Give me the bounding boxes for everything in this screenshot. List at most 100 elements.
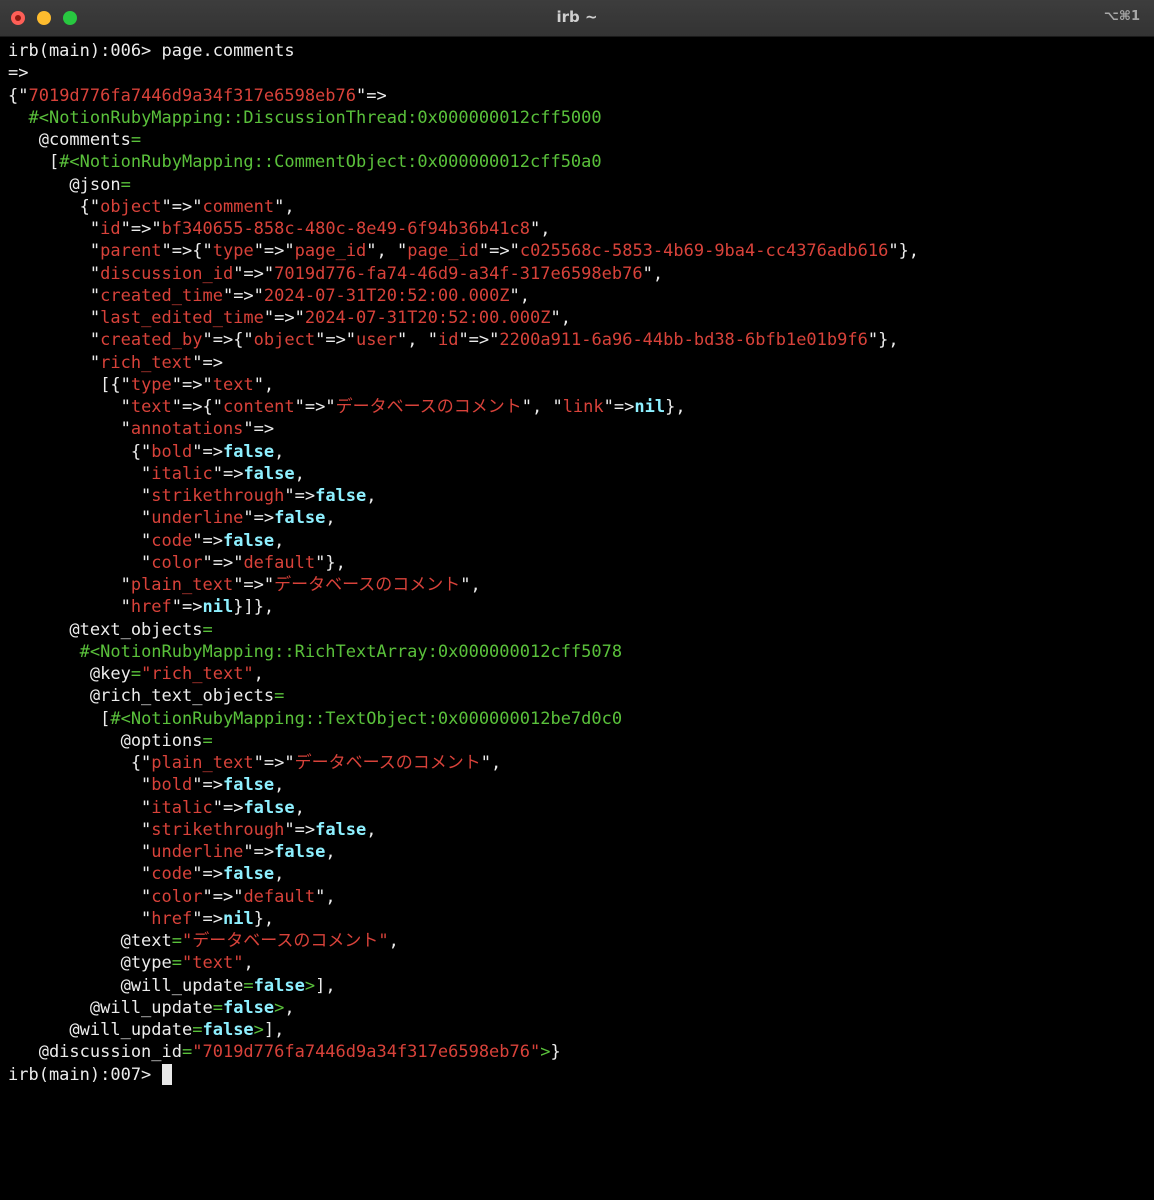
output-token: "=>	[171, 597, 203, 618]
output-token: text	[212, 374, 254, 395]
output-line: [#<NotionRubyMapping::TextObject:0x00000…	[8, 708, 1148, 730]
output-token: "	[8, 908, 152, 929]
output-token: type	[130, 374, 172, 395]
output-token: "	[8, 352, 101, 373]
output-token: ,	[243, 953, 254, 974]
output-token: "=>	[284, 486, 316, 506]
output-token: "	[8, 285, 101, 306]
output-token: "=>"	[120, 219, 162, 239]
output-token: "	[8, 308, 101, 328]
output-token: ,	[294, 797, 305, 818]
output-token: ",	[315, 886, 336, 907]
output-line: "bold"=>false,	[8, 774, 1148, 796]
output-token: "	[8, 797, 152, 818]
output-token: "=>	[356, 85, 387, 106]
output-token: =	[130, 664, 142, 684]
output-line: "discussion_id"=>"7019d776-fa74-46d9-a34…	[8, 263, 1148, 285]
output-token: false	[222, 775, 275, 796]
output-token: id	[100, 219, 121, 239]
output-token: false	[243, 797, 295, 818]
output-token: ],	[263, 1020, 285, 1040]
output-line: {"bold"=>false,	[8, 441, 1148, 463]
output-token: "=>	[243, 419, 275, 440]
output-token: "rich_text"	[141, 664, 254, 684]
output-token: @type	[8, 953, 172, 974]
output-token: false	[274, 842, 326, 862]
output-token: "	[8, 886, 152, 907]
output-line: "text"=>{"content"=>"データベースのコメント", "link…	[8, 396, 1148, 418]
output-token: ,	[325, 842, 336, 862]
output-line: "created_by"=>{"object"=>"user", "id"=>"…	[8, 329, 1148, 351]
output-token: false	[222, 441, 275, 462]
output-line: "annotations"=>	[8, 418, 1148, 440]
output-token: href	[130, 597, 172, 618]
terminal-output[interactable]: irb(main):006> page.comments => {"7019d776…	[8, 40, 1148, 1192]
output-token: ",	[550, 308, 571, 328]
prompt-line[interactable]: irb(main):007>	[8, 1063, 1148, 1086]
prompt-text: irb(main):007>	[8, 1064, 162, 1085]
output-token: 2024-07-31T20:52:00.000Z	[304, 308, 551, 328]
output-token: "=>	[192, 352, 223, 373]
output-token: "=>	[192, 908, 223, 929]
output-token: @options	[8, 730, 203, 751]
output-token: "=>	[603, 397, 635, 417]
output-token: =	[202, 619, 213, 640]
output-token: false	[222, 997, 275, 1018]
output-token: 7019d776fa7446d9a34f317e6598eb76	[28, 85, 356, 106]
title-bar[interactable]: irb ~ ⌥⌘1	[0, 0, 1154, 37]
output-token: text	[130, 397, 172, 417]
output-token: "	[8, 864, 152, 885]
output-token: "	[8, 842, 152, 862]
output-token: {"	[8, 85, 29, 106]
output-token: @key	[8, 664, 131, 684]
output-token: created_by	[100, 330, 203, 351]
output-token: "=>	[192, 441, 223, 462]
output-token: ",	[509, 285, 531, 306]
output-line: [{"type"=>"text",	[8, 374, 1148, 396]
output-token: "=>"	[222, 285, 264, 306]
output-token: "	[8, 552, 152, 573]
output-token: =>	[8, 63, 29, 84]
output-token: #<NotionRubyMapping::TextObject:0x000000…	[110, 708, 623, 729]
output-token: 2024-07-31T20:52:00.000Z	[263, 285, 510, 306]
output-token: bold	[151, 441, 193, 462]
output-token: "	[8, 597, 131, 618]
output-token: strikethrough	[151, 486, 285, 506]
output-token: nil	[202, 597, 234, 618]
output-token: annotations	[130, 419, 244, 440]
output-token: false	[222, 530, 275, 551]
output-token: {"	[8, 441, 152, 462]
output-line: @will_update=false>,	[8, 997, 1148, 1019]
output-token: =	[243, 975, 254, 996]
output-token: rich_text	[100, 352, 193, 373]
output-token: default	[243, 886, 316, 907]
window-shortcut-label: ⌥⌘1	[1103, 9, 1140, 24]
output-line: @text="データベースのコメント",	[8, 930, 1148, 952]
output-token: ",	[253, 374, 275, 395]
output-token: id	[437, 330, 459, 351]
output-token: type	[212, 241, 254, 262]
output-token: code	[151, 864, 193, 885]
output-token: =	[192, 1020, 203, 1040]
output-token: ,	[325, 508, 336, 529]
output-token: "	[8, 530, 152, 551]
output-token: "	[8, 486, 152, 506]
output-token: c025568c-5853-4b69-9ba4-cc4376adb616	[519, 241, 889, 262]
output-token: color	[151, 552, 203, 573]
output-token: "=>	[243, 508, 275, 529]
output-line: "href"=>nil}]},	[8, 596, 1148, 618]
output-line: "created_time"=>"2024-07-31T20:52:00.000…	[8, 285, 1148, 307]
output-token: "=>"	[171, 374, 213, 395]
output-token: "	[8, 241, 101, 262]
output-token: ,	[274, 530, 285, 551]
output-token: "=>"	[294, 397, 336, 417]
output-line: [#<NotionRubyMapping::CommentObject:0x00…	[8, 151, 1148, 173]
output-line: "strikethrough"=>false,	[8, 819, 1148, 841]
output-token: 2200a911-6a96-44bb-bd38-6bfb1e01b9f6	[499, 330, 868, 351]
output-token: >	[304, 975, 316, 996]
output-token: href	[151, 908, 193, 929]
output-token: last_edited_time	[100, 308, 264, 328]
output-token: "	[8, 397, 131, 417]
output-token: underline	[151, 842, 244, 862]
output-token: false	[243, 463, 295, 484]
